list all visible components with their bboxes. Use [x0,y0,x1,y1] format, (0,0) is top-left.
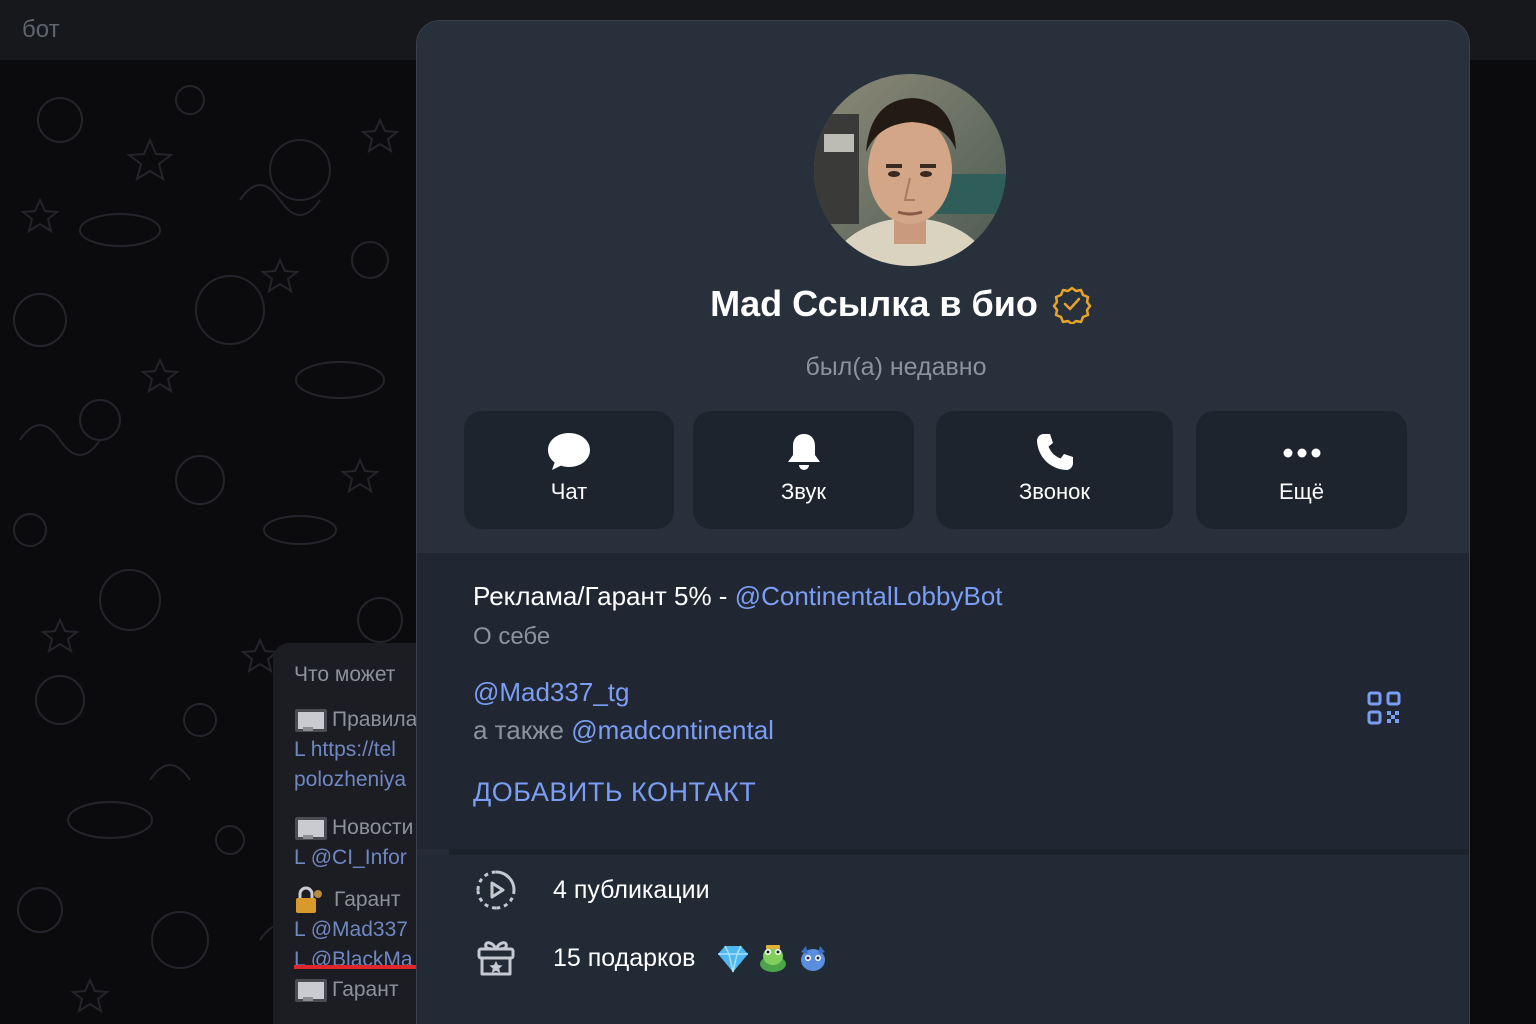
gifts-row[interactable]: 15 подарков [475,937,829,979]
profile-status: был(а) недавно [805,353,987,381]
bio-link[interactable]: @ContinentalLobbyBot [735,581,1003,611]
sound-button[interactable]: Звук [693,411,914,529]
lock-key-icon [296,886,322,913]
chat-title: бот [22,16,60,43]
more-button[interactable]: Ещё [1196,411,1407,529]
bot-info-label: Новости [332,816,414,839]
profile-stats-section: 4 публикации 15 подарков [417,855,1469,1024]
add-contact-button[interactable]: ДОБАВИТЬ КОНТАКТ [473,777,756,808]
username-link[interactable]: @Mad337_tg [473,677,630,708]
call-button[interactable]: Звонок [936,411,1173,529]
phone-icon [1036,434,1073,470]
qr-code-icon[interactable] [1367,691,1401,725]
verified-badge-icon[interactable] [1052,284,1092,324]
profile-info-section: Реклама/Гарант 5% - @ContinentalLobbyBot… [417,553,1469,849]
bell-icon [787,434,820,470]
also-line: а также @madcontinental [473,715,774,746]
bio-text: Реклама/Гарант 5% - [473,581,735,611]
publications-count: 4 публикации [553,875,710,904]
bot-info-label: Правила [332,708,418,731]
blue-creature-icon [801,946,826,971]
chat-bubble-icon [548,433,590,470]
profile-name-row: Mad Ссылка в био [417,283,1385,325]
bio-line: Реклама/Гарант 5% - @ContinentalLobbyBot [473,581,1003,612]
bio-caption: О себе [473,623,551,650]
diamond-icon [718,945,749,973]
avatar[interactable] [814,74,1006,266]
gift-icon [477,941,515,976]
more-dots-icon [1283,448,1320,458]
monitor-icon [294,978,327,1002]
monitor-icon [294,708,327,732]
app-window: бот Что может Правила L https://tel polo… [0,0,1536,1024]
more-button-label: Ещё [1278,479,1324,504]
bot-info-label: Гарант [334,888,401,911]
green-frog-icon [760,945,787,972]
also-link[interactable]: @madcontinental [571,715,774,745]
call-button-label: Звонок [1019,479,1090,504]
also-text: а также [473,715,572,745]
publications-row[interactable]: 4 публикации [475,869,710,911]
sound-button-label: Звук [780,479,827,504]
monitor-icon [294,816,327,840]
profile-name: Mad Ссылка в био [710,283,1038,324]
bot-info-label: Гарант [332,978,399,1001]
stories-play-icon [476,870,516,910]
chat-button-label: Чат [550,479,588,504]
profile-panel: Mad Ссылка в био был(а) недавно Чат Звук [416,20,1470,1024]
chat-button[interactable]: Чат [464,411,674,529]
gift-preview-list [717,942,829,974]
gifts-count: 15 подарков [553,943,696,972]
